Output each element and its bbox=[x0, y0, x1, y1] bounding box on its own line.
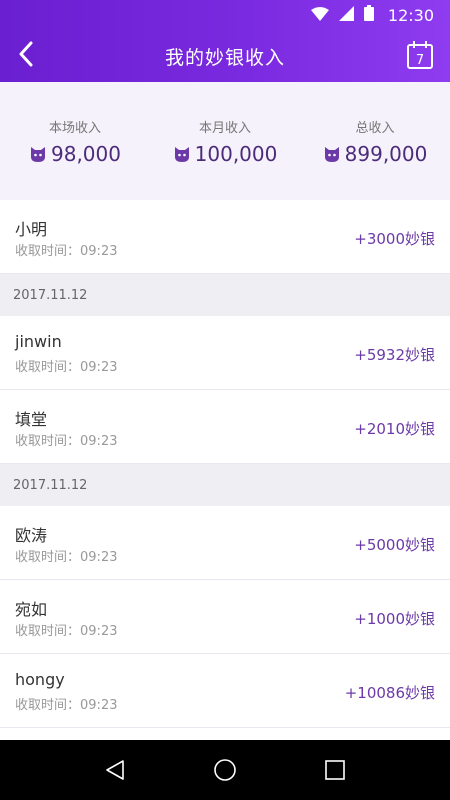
list-item[interactable]: hongy 收取时间：09:23 +10086妙银 bbox=[0, 654, 450, 728]
list-item-partial[interactable] bbox=[0, 728, 450, 740]
receive-time: 收取时间：09:23 bbox=[15, 244, 118, 259]
income-summary: 本场收入 98,000 本月收入 100,000 总收入 899,000 bbox=[0, 82, 450, 200]
date-header: 2017.11.12 bbox=[0, 274, 450, 316]
receive-time: 收取时间：09:23 bbox=[15, 360, 118, 375]
summary-value: 899,000 bbox=[323, 142, 428, 166]
list-item[interactable]: 宛如 收取时间：09:23 +1000妙银 bbox=[0, 580, 450, 654]
system-home-button[interactable] bbox=[211, 756, 239, 784]
wifi-icon bbox=[310, 6, 329, 25]
status-time: 12:30 bbox=[387, 5, 434, 25]
cellular-signal-icon bbox=[338, 5, 354, 25]
payer-name: 填堂 bbox=[15, 410, 48, 429]
income-amount: +3000妙银 bbox=[354, 230, 435, 248]
income-amount: +5932妙银 bbox=[354, 346, 435, 364]
nav-bar: 我的妙银收入 7 bbox=[0, 30, 450, 82]
system-recents-button[interactable] bbox=[321, 756, 349, 784]
list-item[interactable]: jinwin 收取时间：09:23 +5932妙银 bbox=[0, 316, 450, 390]
payer-name: 宛如 bbox=[15, 600, 48, 619]
circle-home-icon bbox=[214, 759, 236, 781]
summary-total: 总收入 899,000 bbox=[300, 115, 450, 167]
summary-value: 98,000 bbox=[29, 142, 121, 166]
date-header: 2017.11.12 bbox=[0, 464, 450, 506]
summary-value: 100,000 bbox=[173, 142, 278, 166]
list-item[interactable]: 填堂 收取时间：09:23 +2010妙银 bbox=[0, 390, 450, 464]
receive-time: 收取时间：09:23 bbox=[15, 434, 118, 449]
calendar-icon: 7 bbox=[407, 41, 433, 69]
receive-time: 收取时间：09:23 bbox=[15, 624, 118, 639]
cat-coin-icon bbox=[174, 147, 189, 162]
triangle-back-icon bbox=[106, 760, 124, 780]
app-header: 12:30 我的妙银收入 7 bbox=[0, 0, 450, 82]
status-bar: 12:30 bbox=[0, 0, 450, 30]
income-amount: +5000妙银 bbox=[354, 536, 435, 554]
summary-amount: 98,000 bbox=[51, 142, 121, 166]
system-back-button[interactable] bbox=[101, 756, 129, 784]
list-item[interactable]: 欧涛 收取时间：09:23 +5000妙银 bbox=[0, 506, 450, 580]
summary-session: 本场收入 98,000 bbox=[0, 115, 150, 167]
summary-label: 总收入 bbox=[355, 121, 395, 136]
payer-name: jinwin bbox=[15, 332, 62, 351]
calendar-button[interactable]: 7 bbox=[406, 40, 434, 70]
cat-coin-icon bbox=[31, 147, 45, 162]
summary-amount: 899,000 bbox=[344, 142, 428, 166]
receive-time: 收取时间：09:23 bbox=[15, 698, 118, 713]
income-amount: +1000妙银 bbox=[354, 610, 435, 628]
cat-coin-icon bbox=[324, 147, 339, 162]
payer-name: hongy bbox=[15, 670, 65, 689]
calendar-day: 7 bbox=[416, 53, 424, 68]
income-amount: +2010妙银 bbox=[354, 420, 435, 438]
battery-icon bbox=[363, 5, 374, 25]
system-nav-bar bbox=[0, 740, 450, 800]
income-list[interactable]: 小明 收取时间：09:23 +3000妙银 2017.11.12 jinwin … bbox=[0, 200, 450, 740]
payer-name: 小明 bbox=[15, 220, 48, 239]
receive-time: 收取时间：09:23 bbox=[15, 550, 118, 565]
page-title: 我的妙银收入 bbox=[164, 46, 285, 69]
summary-month: 本月收入 100,000 bbox=[150, 115, 300, 167]
summary-label: 本场收入 bbox=[48, 121, 101, 136]
income-amount: +10086妙银 bbox=[344, 684, 435, 702]
square-recents-icon bbox=[325, 760, 345, 780]
summary-amount: 100,000 bbox=[194, 142, 278, 166]
chevron-left-icon bbox=[19, 41, 33, 67]
list-item[interactable]: 小明 收取时间：09:23 +3000妙银 bbox=[0, 200, 450, 274]
back-button[interactable] bbox=[10, 36, 42, 72]
payer-name: 欧涛 bbox=[15, 526, 48, 545]
summary-label: 本月收入 bbox=[198, 121, 251, 136]
